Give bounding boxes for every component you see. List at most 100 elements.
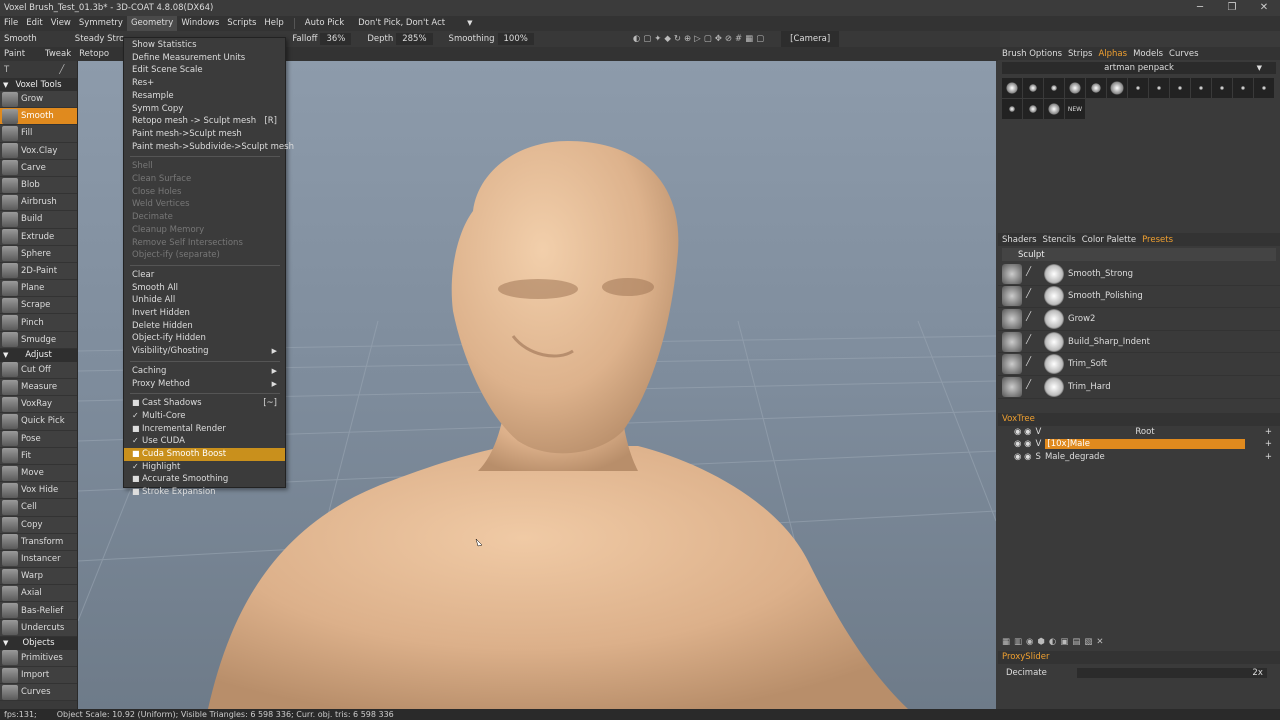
preset-item[interactable]: ╱ Build_Sharp_Indent <box>998 331 1280 354</box>
tool-fit[interactable]: Fit <box>0 447 77 465</box>
menu-item[interactable]: Paint mesh->Subdivide->Sculpt mesh <box>124 141 294 154</box>
tool-2d-paint[interactable]: 2D-Paint <box>0 262 77 281</box>
steady-stroke-toggle[interactable]: Steady Stro <box>71 31 129 47</box>
tool-grow[interactable]: Grow <box>0 91 77 109</box>
tab-brush-options[interactable]: Brush Options <box>1002 49 1062 59</box>
menu-item[interactable]: Res+ <box>124 77 285 90</box>
alpha-thumbnail[interactable] <box>1170 78 1190 98</box>
tool-build[interactable]: Build <box>0 211 77 229</box>
alpha-thumbnail[interactable] <box>1044 99 1064 119</box>
pick-mode-select[interactable]: Don't Pick, Don't Act ▼ <box>348 16 482 31</box>
alpha-thumbnail[interactable] <box>1023 99 1043 119</box>
menu-symmetry[interactable]: Symmetry <box>75 16 127 31</box>
tool-airbrush[interactable]: Airbrush <box>0 194 77 212</box>
preset-item[interactable]: ╱ Trim_Hard <box>998 376 1280 399</box>
tab-shaders[interactable]: Shaders <box>1002 235 1037 245</box>
tool-scrape[interactable]: Scrape <box>0 297 77 315</box>
alpha-thumbnail[interactable] <box>1002 99 1022 119</box>
objects-header[interactable]: ▼ Objects <box>0 636 77 650</box>
alpha-thumbnail[interactable] <box>1002 78 1022 98</box>
alpha-thumbnail[interactable] <box>1233 78 1253 98</box>
menu-item[interactable]: Symm Copy <box>124 103 285 116</box>
tab-paint[interactable]: Paint <box>0 49 29 59</box>
alpha-thumbnail[interactable] <box>1086 78 1106 98</box>
tool-vox-clay[interactable]: Vox.Clay <box>0 142 77 160</box>
alpha-thumbnail[interactable] <box>1191 78 1211 98</box>
tab-alphas[interactable]: Alphas <box>1098 49 1127 59</box>
menu-proxy-method[interactable]: Proxy Method ▶ <box>124 378 285 391</box>
menu-item[interactable]: Clear <box>124 269 285 282</box>
tool-copy[interactable]: Copy <box>0 516 77 534</box>
tab-retopo[interactable]: Retopo <box>75 49 113 59</box>
tool-undercuts[interactable]: Undercuts <box>0 619 77 637</box>
brush-icon[interactable]: ╱ <box>59 65 64 75</box>
menu-stroke-expansion[interactable]: ■ Stroke Expansion <box>124 486 285 499</box>
tab-curves[interactable]: Curves <box>1169 49 1199 59</box>
add-layer-icon[interactable]: + <box>1265 439 1272 449</box>
menu-help[interactable]: Help <box>260 16 287 31</box>
tool-pinch[interactable]: Pinch <box>0 314 77 332</box>
preset-item[interactable]: ╱ Grow2 <box>998 308 1280 331</box>
menu-item[interactable]: Unhide All <box>124 294 285 307</box>
tool-cut-off[interactable]: Cut Off <box>0 361 77 379</box>
menu-file[interactable]: File <box>0 16 22 31</box>
menu-item[interactable]: Invert Hidden <box>124 307 285 320</box>
preset-item[interactable]: ╱ Smooth_Strong <box>998 263 1280 286</box>
tab-presets[interactable]: Presets <box>1142 235 1173 245</box>
adjust-header[interactable]: ▼ Adjust <box>0 348 77 362</box>
voxtree-row[interactable]: ◉ ◉ V Root + <box>998 426 1280 439</box>
alpha-thumbnail[interactable]: NEW <box>1065 99 1085 119</box>
visibility-icon[interactable]: ◉ ◉ <box>1014 427 1032 437</box>
tool-instancer[interactable]: Instancer <box>0 550 77 569</box>
visibility-icon[interactable]: ◉ ◉ <box>1014 452 1032 462</box>
alpha-thumbnail[interactable] <box>1212 78 1232 98</box>
tool-axial[interactable]: Axial <box>0 585 77 603</box>
tool-bas-relief[interactable]: Bas-Relief <box>0 602 77 620</box>
add-layer-icon[interactable]: + <box>1265 427 1272 437</box>
smoothing-value[interactable]: 100% <box>497 33 534 45</box>
menu-view[interactable]: View <box>47 16 75 31</box>
tool-plane[interactable]: Plane <box>0 280 77 298</box>
tab-strips[interactable]: Strips <box>1068 49 1092 59</box>
menu-caching[interactable]: Caching ▶ <box>124 365 285 378</box>
menu-item[interactable]: Object-ify Hidden <box>124 332 285 345</box>
alpha-thumbnail[interactable] <box>1065 78 1085 98</box>
menu-item[interactable]: Define Measurement Units <box>124 52 285 65</box>
decimate-slider[interactable]: 2x <box>1076 668 1267 679</box>
add-layer-icon[interactable]: + <box>1265 452 1272 462</box>
camera-select[interactable]: [Camera] <box>781 31 840 47</box>
tool-extrude[interactable]: Extrude <box>0 228 77 246</box>
menu-geometry[interactable]: Geometry <box>126 16 178 31</box>
current-tool[interactable]: Smooth <box>0 31 41 47</box>
menu-scripts[interactable]: Scripts <box>223 16 260 31</box>
falloff-value[interactable]: 36% <box>320 33 352 45</box>
menu-cuda-smooth-boost[interactable]: ■ Cuda Smooth Boost <box>124 448 285 461</box>
tool-warp[interactable]: Warp <box>0 568 77 586</box>
tool-blob[interactable]: Blob <box>0 176 77 195</box>
alpha-thumbnail[interactable] <box>1023 78 1043 98</box>
tool-sphere[interactable]: Sphere <box>0 245 77 263</box>
tab-models[interactable]: Models <box>1133 49 1163 59</box>
tool-import[interactable]: Import <box>0 667 77 685</box>
preset-item[interactable]: ╱ Trim_Soft <box>998 353 1280 376</box>
tab-stencils[interactable]: Stencils <box>1043 235 1076 245</box>
smoothing-control[interactable]: Smoothing 100% <box>445 31 538 47</box>
tool-carve[interactable]: Carve <box>0 159 77 177</box>
voxel-tools-header[interactable]: ▼ Voxel Tools <box>0 78 77 91</box>
menu-item[interactable]: Smooth All <box>124 282 285 295</box>
close-icon[interactable]: ✕ <box>1248 0 1280 16</box>
preset-group-header[interactable]: Sculpt <box>1002 248 1276 261</box>
tool-voxray[interactable]: VoxRay <box>0 396 77 414</box>
menu-visibility-ghosting[interactable]: Visibility/Ghosting ▶ <box>124 345 285 358</box>
alpha-thumbnail[interactable] <box>1128 78 1148 98</box>
menu-item[interactable]: Retopo mesh -> Sculpt mesh [R] <box>124 115 285 128</box>
text-tool-icon[interactable]: T <box>4 65 9 75</box>
preset-item[interactable]: ╱ Smooth_Polishing <box>998 286 1280 309</box>
viewport-nav-icons[interactable]: ◐▢✦◆↻⊕▷▢✥⊘#▦▢ <box>633 34 767 44</box>
menu-item[interactable]: Show Statistics <box>124 39 285 52</box>
tool-measure[interactable]: Measure <box>0 379 77 397</box>
tool-curves[interactable]: Curves <box>0 684 77 702</box>
alpha-thumbnail[interactable] <box>1107 78 1127 98</box>
tool-smooth[interactable]: Smooth <box>0 108 77 126</box>
alpha-pack-select[interactable]: artman penpack ▼ <box>1002 62 1276 74</box>
